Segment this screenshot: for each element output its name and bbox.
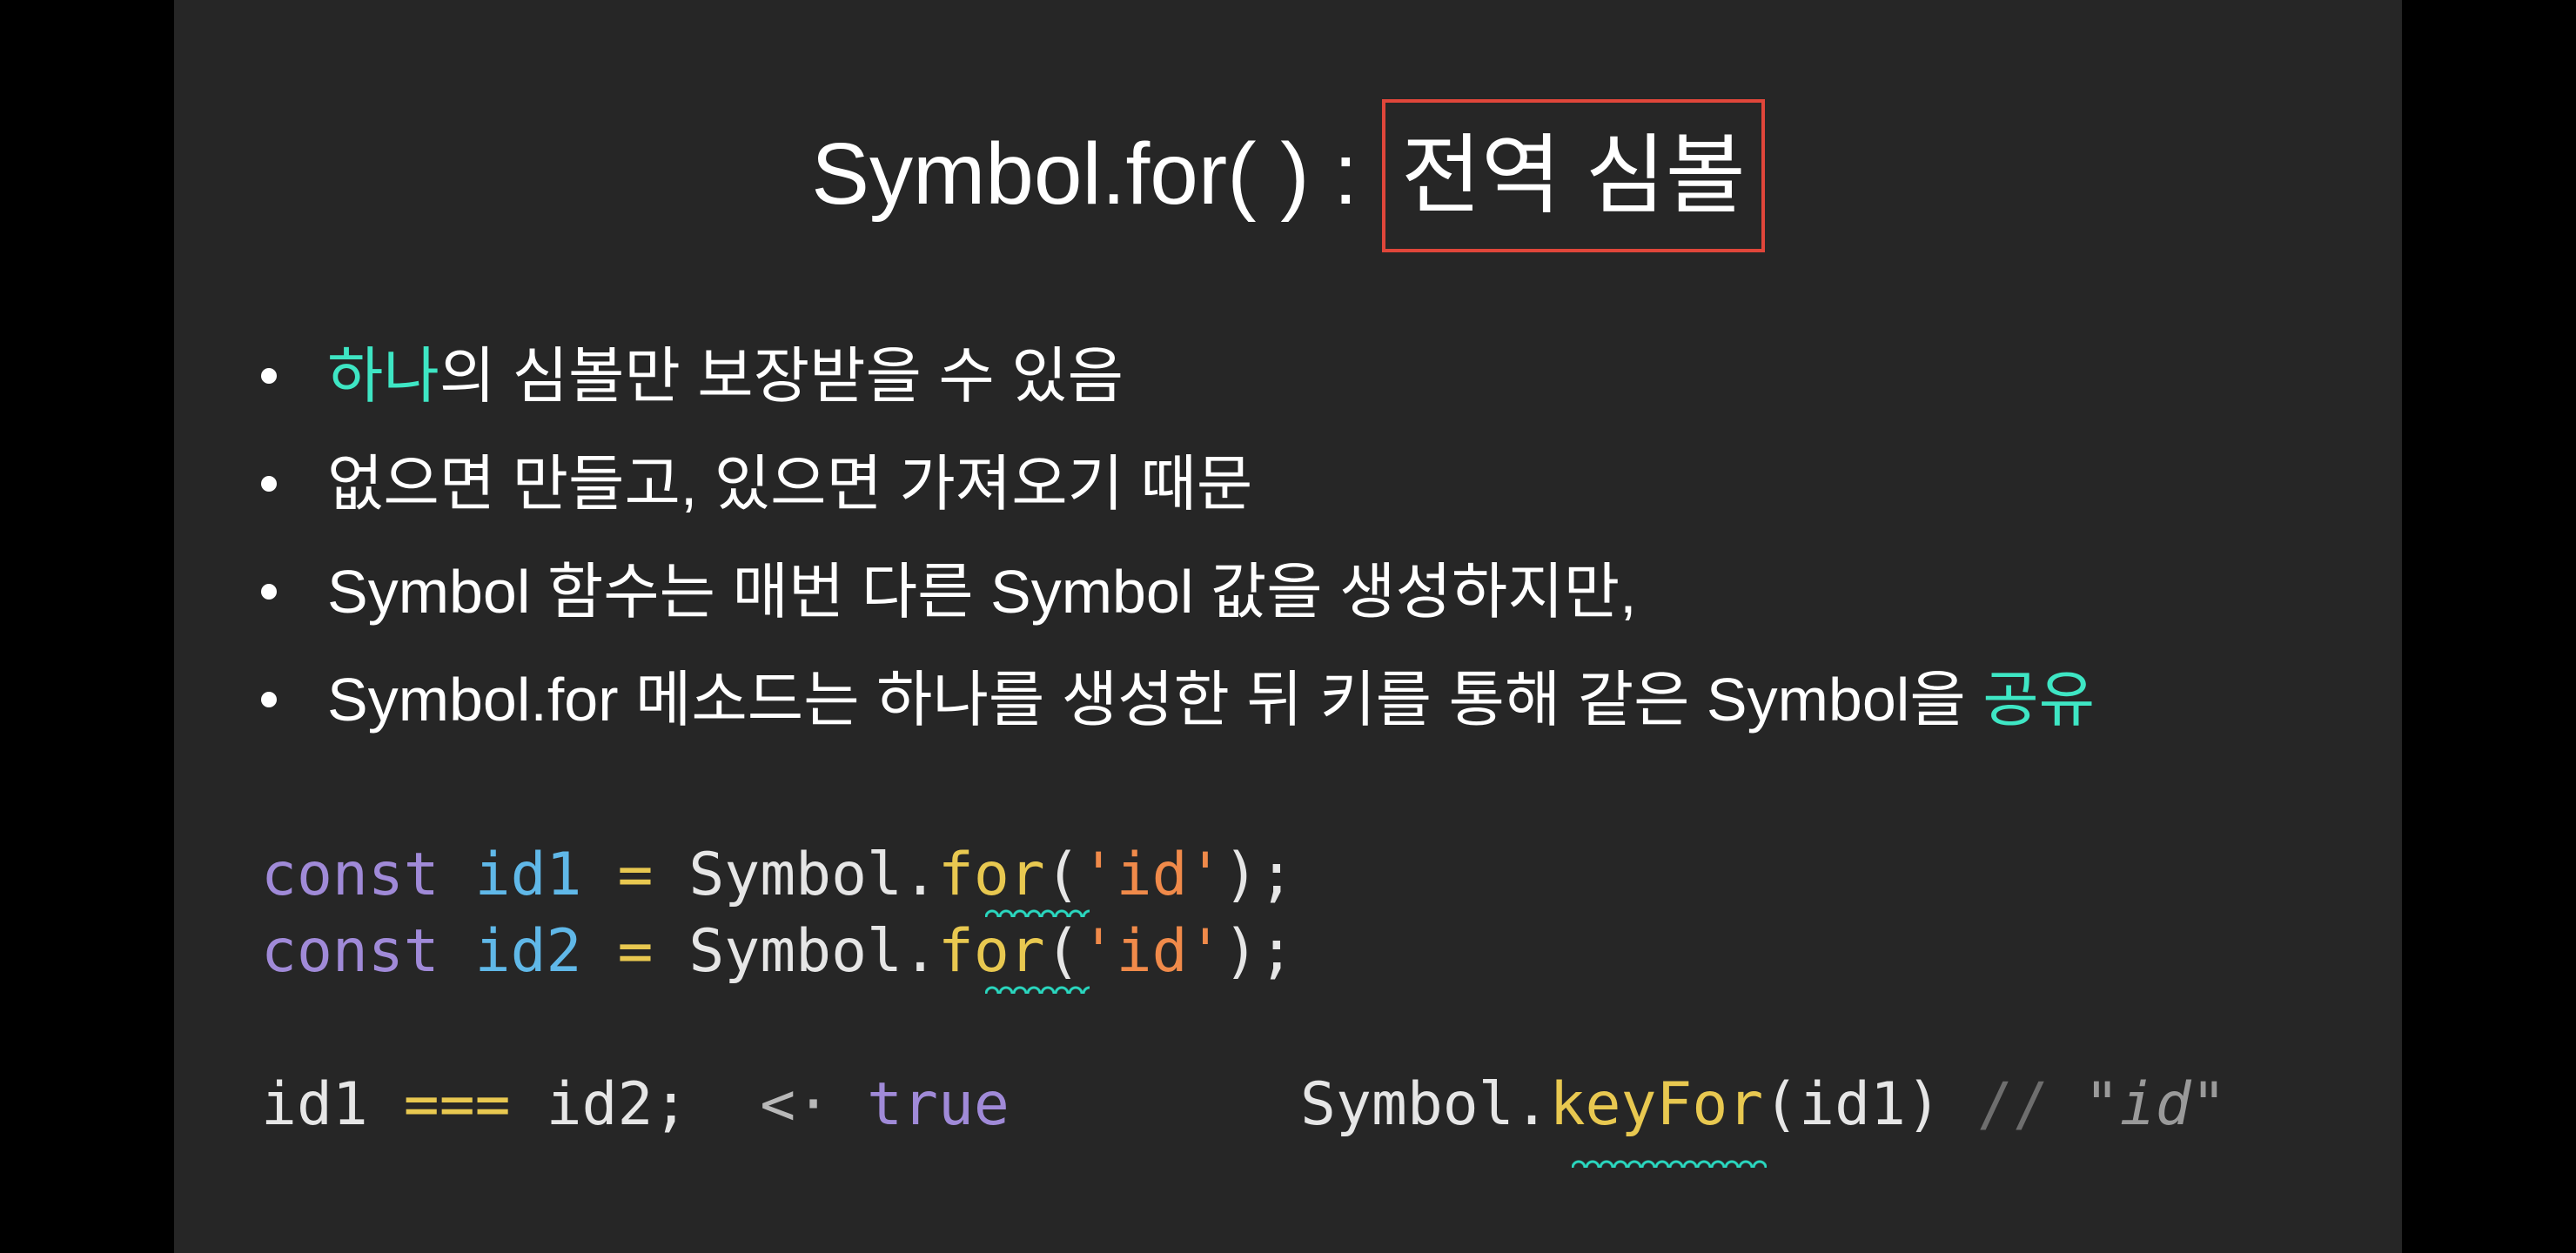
code-paren-open: ( [1044, 917, 1081, 986]
code-keyfor-line: Symbol.keyFor(id1) // "id" [1300, 1067, 2226, 1143]
console-result-arrow-icon: <· [760, 1070, 832, 1139]
bullet-item-2: 없으면 만들고, 있으면 가져오기 때문 [252, 430, 2341, 538]
code-line-2: const id2 = Symbol.for('id'); [261, 914, 1294, 990]
title-prefix: Symbol.for( ) : [811, 125, 1382, 223]
code-keyword: const [261, 841, 439, 909]
code-paren-close: ); [1223, 841, 1295, 909]
code-variable: id1 [474, 841, 582, 909]
title-boxed-text: 전역 심볼 [1400, 126, 1746, 224]
code-result-value: true [867, 1070, 1010, 1139]
code-variable: id2 [474, 917, 582, 986]
underline-squiggle [985, 982, 1090, 994]
bullet-dot [261, 584, 277, 600]
bullet-item-1: 하나의 심볼만 보장받을 수 있음 [252, 322, 2341, 430]
slide: Symbol.for( ) : 전역 심볼 하나의 심볼만 보장받을 수 있음 … [174, 0, 2402, 1253]
bullet-item-4: Symbol.for 메소드는 하나를 생성한 뒤 키를 통해 같은 Symbo… [252, 646, 2341, 754]
code-object: Symbol. [688, 841, 938, 909]
bullet-text: Symbol.for 메소드는 하나를 생성한 뒤 키를 통해 같은 Symbo… [327, 666, 1983, 734]
code-comment: // [1976, 1070, 2084, 1139]
code-comment-string: "id" [2083, 1070, 2227, 1139]
code-line-1: const id1 = Symbol.for('id'); [261, 837, 1294, 914]
code-strict-equal: === [403, 1070, 511, 1139]
code-method: for [937, 841, 1045, 909]
code-operator: = [617, 841, 654, 909]
code-expr-a: id1 [261, 1070, 368, 1139]
bullet-text: 의 심볼만 보장받을 수 있음 [439, 342, 1124, 410]
code-string: 'id' [1080, 841, 1224, 909]
video-frame: Symbol.for( ) : 전역 심볼 하나의 심볼만 보장받을 수 있음 … [0, 0, 2576, 1253]
underline-squiggle [1572, 1156, 1767, 1168]
code-keyword: const [261, 917, 439, 986]
code-paren-open: ( [1044, 841, 1081, 909]
slide-title: Symbol.for( ) : 전역 심볼 [174, 87, 2402, 261]
code-method: keyFor [1549, 1070, 1764, 1139]
bullet-text: 없으면 만들고, 있으면 가져오기 때문 [327, 450, 1253, 518]
bullet-accent: 공유 [1982, 666, 2096, 734]
code-method: for [937, 917, 1045, 986]
code-expr-b: id2; [546, 1070, 689, 1139]
bullet-text: Symbol 함수는 매번 다른 Symbol 값을 생성하지만, [327, 558, 1637, 626]
bullet-list: 하나의 심볼만 보장받을 수 있음 없으면 만들고, 있으면 가져오기 때문 S… [252, 322, 2341, 754]
code-string: 'id' [1080, 917, 1224, 986]
code-compare-line: id1 === id2; <· true [261, 1067, 1010, 1143]
bullet-item-3: Symbol 함수는 매번 다른 Symbol 값을 생성하지만, [252, 538, 2341, 646]
code-object: Symbol. [688, 917, 938, 986]
code-args: (id1) [1763, 1070, 1942, 1139]
code-paren-close: ); [1223, 917, 1295, 986]
bullet-dot [261, 368, 277, 384]
bullet-dot [261, 692, 277, 707]
code-object: Symbol. [1300, 1070, 1550, 1139]
bullet-dot [261, 476, 277, 492]
title-highlight-box: 전역 심볼 [1381, 98, 1765, 252]
code-operator: = [617, 917, 654, 986]
bullet-accent: 하나 [327, 342, 439, 410]
